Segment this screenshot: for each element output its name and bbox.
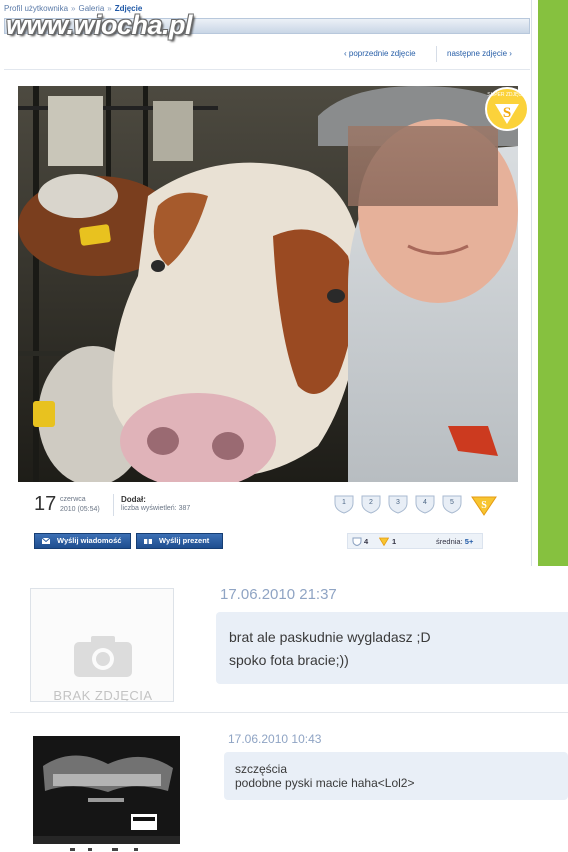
comment-1-line-2: spoko fota bracie;)) bbox=[229, 652, 349, 668]
rate-4-button[interactable]: 4 bbox=[414, 494, 436, 514]
super-count-icon bbox=[379, 537, 389, 546]
photo-datetime: 2010 (05:54) bbox=[60, 506, 100, 513]
comment-1-bubble bbox=[216, 612, 568, 684]
rate-1-button[interactable]: 1 bbox=[333, 494, 355, 514]
comment-2-line-2: podobne pyski macie haha<Lol2> bbox=[235, 776, 415, 790]
comment-2-date: 17.06.2010 10:43 bbox=[228, 732, 322, 746]
added-by-label: Dodał: bbox=[121, 495, 146, 504]
envelope-icon bbox=[42, 538, 50, 544]
photo-panel: Profil użytkownika» Galeria» Zdjęcie » ‹ p… bbox=[0, 0, 532, 566]
comment-divider bbox=[10, 712, 568, 713]
average-rating: średnia: 5+ bbox=[436, 537, 474, 546]
send-message-label: Wyślij wiadomość bbox=[57, 536, 122, 545]
send-message-button[interactable]: Wyślij wiadomość bbox=[34, 533, 131, 549]
super-s-icon: S bbox=[471, 496, 497, 516]
rating-stats: 4 1 średnia: 5+ bbox=[347, 533, 483, 549]
views-count: liczba wyświetleń: 387 bbox=[121, 505, 191, 512]
main-photo[interactable] bbox=[18, 86, 518, 482]
comment-1-line-1: brat ale paskudnie wygladasz ;D bbox=[229, 629, 431, 645]
svg-text:S: S bbox=[481, 500, 487, 511]
send-gift-button[interactable]: Wyślij prezent bbox=[136, 533, 223, 549]
site-watermark: www.wiocha.pl bbox=[6, 10, 193, 40]
rate-super-button[interactable]: S bbox=[470, 494, 498, 516]
info-divider bbox=[113, 494, 114, 516]
shield-count: 4 bbox=[364, 537, 369, 546]
rate-5-label: 5 bbox=[450, 499, 454, 506]
comment-2-line-1: szczęścia bbox=[235, 762, 288, 776]
photo-month: czerwca bbox=[60, 496, 86, 503]
camera-icon bbox=[74, 636, 132, 677]
rate-4-label: 4 bbox=[423, 499, 427, 506]
comment-1-avatar[interactable]: BRAK ZDJĘCIA bbox=[30, 588, 174, 702]
svg-text:S: S bbox=[503, 105, 511, 121]
shield-count-icon bbox=[352, 537, 362, 546]
super-count: 1 bbox=[392, 537, 397, 546]
no-photo-label: BRAK ZDJĘCIA bbox=[53, 688, 153, 702]
rate-5-button[interactable]: 5 bbox=[441, 494, 463, 514]
super-photo-badge-icon: S SUPER ZDJĘCIE bbox=[485, 87, 529, 131]
comment-1-date: 17.06.2010 21:37 bbox=[220, 586, 337, 603]
send-gift-label: Wyślij prezent bbox=[159, 536, 210, 545]
rate-2-button[interactable]: 2 bbox=[360, 494, 382, 514]
page: Profil użytkownika» Galeria» Zdjęcie » ‹ p… bbox=[0, 0, 568, 852]
previous-photo-link[interactable]: ‹ poprzednie zdjęcie bbox=[344, 49, 416, 58]
photo-navigation: ‹ poprzednie zdjęcie następne zdjęcie › bbox=[4, 40, 530, 70]
rating-bar: 1 2 3 4 5 S bbox=[333, 492, 503, 516]
rate-1-label: 1 bbox=[342, 499, 346, 506]
album-cover-avatar-icon bbox=[33, 736, 180, 844]
side-accent-strip bbox=[538, 0, 568, 566]
photo-day: 17 bbox=[34, 493, 57, 515]
rate-3-label: 3 bbox=[396, 499, 400, 506]
comment-2-avatar[interactable] bbox=[33, 736, 180, 844]
gift-icon bbox=[144, 539, 152, 544]
rate-2-label: 2 bbox=[369, 499, 373, 506]
cutoff-text-fragment bbox=[70, 848, 138, 851]
photo-cow-selfie-icon bbox=[18, 86, 518, 482]
nav-divider bbox=[436, 46, 437, 62]
rate-3-button[interactable]: 3 bbox=[387, 494, 409, 514]
svg-text:SUPER ZDJĘCIE: SUPER ZDJĘCIE bbox=[487, 92, 527, 98]
next-photo-link[interactable]: następne zdjęcie › bbox=[447, 49, 512, 58]
